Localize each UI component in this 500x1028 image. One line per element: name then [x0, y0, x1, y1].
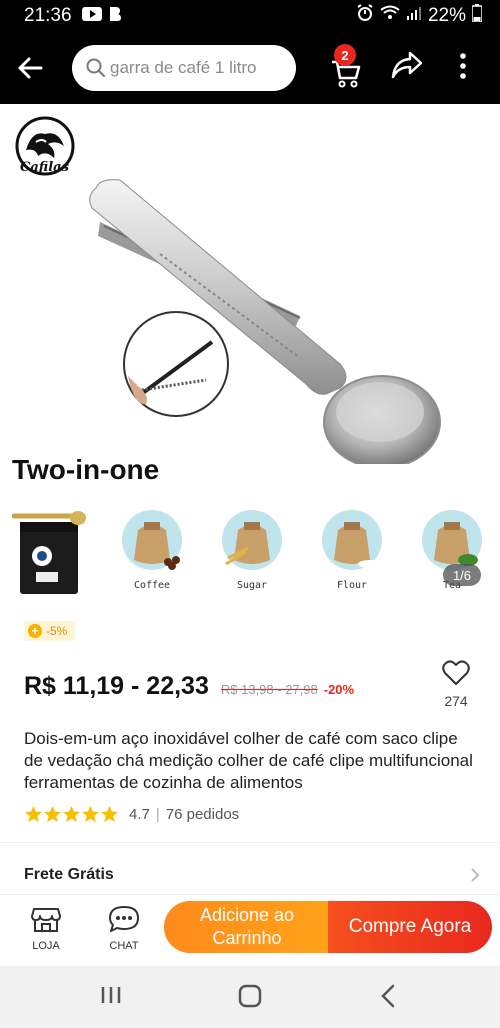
rating-value: 4.7 — [129, 805, 150, 823]
wifi-icon — [380, 5, 400, 27]
add-to-cart-button[interactable]: Adicione ao Carrinho — [164, 901, 330, 953]
chat-icon — [109, 906, 139, 932]
star-icon — [24, 805, 43, 823]
back-icon — [381, 984, 395, 1008]
product-image-gallery[interactable]: Cafilas Two-in-one Coffee Sugar Flour 1/… — [0, 104, 500, 604]
more-vertical-icon — [460, 53, 466, 79]
wishlist-button[interactable]: 274 — [436, 660, 476, 709]
chevron-right-icon — [471, 868, 480, 882]
status-bar: 21:36 22% — [0, 0, 500, 32]
rating-separator: | — [155, 805, 160, 823]
youtube-icon — [81, 6, 102, 26]
wheat-sack-icon — [222, 510, 282, 570]
coffee-sack-icon — [122, 510, 182, 570]
variant-label-coffee: Coffee — [133, 580, 171, 591]
search-bar[interactable] — [72, 45, 296, 91]
product-title: Dois-em-um aço inoxidável colher de café… — [24, 729, 473, 792]
variant-sugar[interactable] — [218, 500, 284, 577]
heart-icon — [442, 660, 470, 685]
price-row: R$ 11,19 - 22,33 R$ 13,98 - 27,98 -20% — [24, 672, 354, 701]
search-input[interactable] — [110, 58, 280, 78]
home-icon — [238, 984, 262, 1008]
back-arrow-icon — [18, 57, 43, 79]
section-divider — [0, 842, 500, 843]
status-time: 21:36 — [24, 5, 72, 26]
variant-label-flour: Flour — [336, 580, 368, 591]
store-button[interactable]: LOJA — [22, 905, 70, 952]
variant-coffee[interactable] — [118, 500, 184, 577]
system-nav-bar — [0, 966, 500, 1028]
alarm-icon — [356, 4, 374, 28]
search-icon — [86, 58, 105, 77]
variant-label-sugar: Sugar — [236, 580, 268, 591]
star-rating — [24, 805, 119, 823]
image-counter: 1/6 — [443, 564, 481, 586]
rating-row[interactable]: 4.7 | 76 pedidos — [24, 805, 239, 823]
wishlist-count: 274 — [444, 693, 468, 709]
tea-sack-icon — [422, 510, 482, 570]
more-button[interactable] — [458, 52, 468, 85]
signal-icon — [406, 5, 422, 27]
coffee-bag-image — [12, 511, 86, 594]
cart-badge: 2 — [334, 44, 356, 66]
discount-badge: + -5% — [24, 621, 76, 641]
price: R$ 11,19 - 22,33 — [24, 672, 209, 700]
system-back-button[interactable] — [380, 984, 396, 1013]
discount-badge-text: -5% — [46, 624, 68, 638]
original-price: R$ 13,98 - 27,98 — [220, 682, 318, 697]
app-header: 2 — [0, 32, 500, 104]
star-icon — [100, 805, 119, 823]
image-headline: Two-in-one — [12, 454, 160, 485]
discount-percent: -20% — [323, 682, 355, 697]
back-button[interactable] — [0, 32, 60, 104]
cart-button[interactable]: 2 — [326, 44, 366, 92]
star-icon — [62, 805, 81, 823]
star-icon — [81, 805, 100, 823]
battery-text: 22% — [427, 5, 466, 26]
flour-sack-icon — [322, 510, 382, 570]
coffee-spoon-clip-image — [89, 179, 441, 464]
app-b-icon — [108, 6, 122, 27]
chat-label: CHAT — [109, 940, 139, 952]
star-icon — [43, 805, 62, 823]
order-count: 76 pedidos — [165, 805, 240, 823]
variant-flour[interactable] — [318, 500, 384, 577]
battery-icon — [471, 4, 483, 28]
share-icon — [391, 51, 423, 79]
shipping-row[interactable]: Frete Grátis — [24, 866, 480, 884]
chat-button[interactable]: CHAT — [100, 905, 148, 952]
share-button[interactable] — [390, 50, 424, 85]
recents-icon — [101, 987, 121, 1003]
shipping-label: Frete Grátis — [24, 866, 114, 883]
store-icon — [31, 908, 61, 932]
recents-button[interactable] — [100, 984, 122, 1011]
store-label: LOJA — [32, 940, 60, 952]
buy-now-button[interactable]: Compre Agora — [328, 901, 492, 953]
home-button[interactable] — [238, 984, 262, 1013]
plus-coin-icon: + — [28, 624, 42, 638]
bottom-action-bar: LOJA CHAT Adicione ao Carrinho Compre Ag… — [0, 894, 500, 966]
